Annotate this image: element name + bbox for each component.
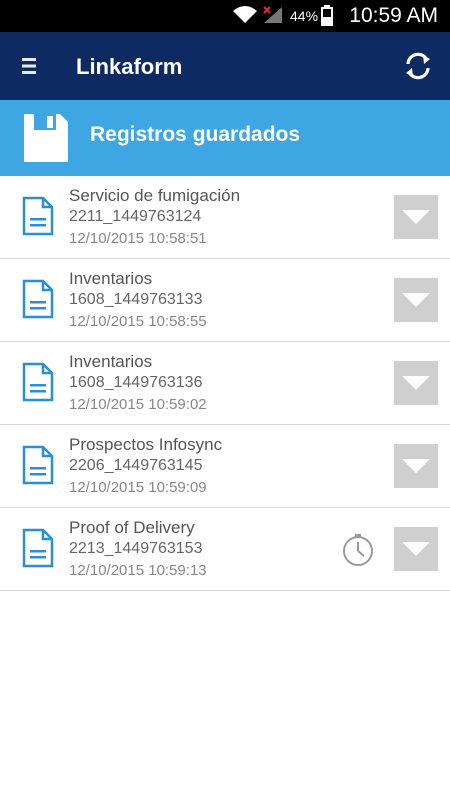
record-code: 1608_1449763133 xyxy=(69,291,203,308)
chevron-down-icon xyxy=(402,459,430,473)
section-title: Registros guardados xyxy=(90,123,301,146)
chevron-down-icon xyxy=(402,210,430,224)
document-icon xyxy=(22,196,54,236)
record-name: Servicio de fumigación xyxy=(69,186,241,205)
record-name: Prospectos Infosync xyxy=(69,435,223,454)
record-code: 1608_1449763136 xyxy=(69,374,203,391)
record-code: 2211_1449763124 xyxy=(69,208,202,225)
record-date: 12/10/2015 10:58:51 xyxy=(69,230,207,247)
list-item[interactable]: Inventarios 1608_1449763133 12/10/2015 1… xyxy=(0,259,450,342)
record-dropdown-button[interactable] xyxy=(394,361,438,405)
record-date: 12/10/2015 10:59:13 xyxy=(69,562,207,579)
record-date: 12/10/2015 10:58:55 xyxy=(69,313,207,330)
app-title: Linkaform xyxy=(76,54,183,79)
chevron-down-icon xyxy=(402,293,430,307)
clock-icon xyxy=(343,534,373,566)
battery-percent: 44% xyxy=(290,8,319,24)
record-dropdown-button[interactable] xyxy=(394,278,438,322)
refresh-icon[interactable] xyxy=(402,50,434,82)
document-icon xyxy=(22,279,54,319)
list-item[interactable]: Prospectos Infosync 2206_1449763145 12/1… xyxy=(0,425,450,508)
chevron-down-icon xyxy=(402,376,430,390)
record-date: 12/10/2015 10:59:09 xyxy=(69,479,207,496)
record-dropdown-button[interactable] xyxy=(394,195,438,239)
document-icon xyxy=(22,528,54,568)
record-name: Inventarios xyxy=(69,269,153,288)
battery-icon xyxy=(321,5,333,26)
record-name: Proof of Delivery xyxy=(69,518,195,537)
save-icon xyxy=(24,114,68,162)
clock-time: 10:59 AM xyxy=(349,4,438,27)
app-bar: Linkaform xyxy=(0,32,450,100)
signal-icon xyxy=(263,6,282,23)
record-date: 12/10/2015 10:59:02 xyxy=(69,396,207,413)
wifi-icon xyxy=(233,6,257,23)
document-icon xyxy=(22,362,54,402)
record-dropdown-button[interactable] xyxy=(394,444,438,488)
records-list: Servicio de fumigación 2211_1449763124 1… xyxy=(0,176,450,591)
list-item[interactable]: Proof of Delivery 2213_1449763153 12/10/… xyxy=(0,508,450,591)
list-item[interactable]: Inventarios 1608_1449763136 12/10/2015 1… xyxy=(0,342,450,425)
record-dropdown-button[interactable] xyxy=(394,527,438,571)
record-code: 2213_1449763153 xyxy=(69,540,203,557)
document-icon xyxy=(22,445,54,485)
menu-icon[interactable] xyxy=(20,54,42,78)
section-header: Registros guardados xyxy=(0,100,450,176)
list-item[interactable]: Servicio de fumigación 2211_1449763124 1… xyxy=(0,176,450,259)
status-bar: 44% 10:59 AM xyxy=(0,0,450,32)
record-name: Inventarios xyxy=(69,352,153,371)
record-code: 2206_1449763145 xyxy=(69,457,203,474)
chevron-down-icon xyxy=(402,542,430,556)
